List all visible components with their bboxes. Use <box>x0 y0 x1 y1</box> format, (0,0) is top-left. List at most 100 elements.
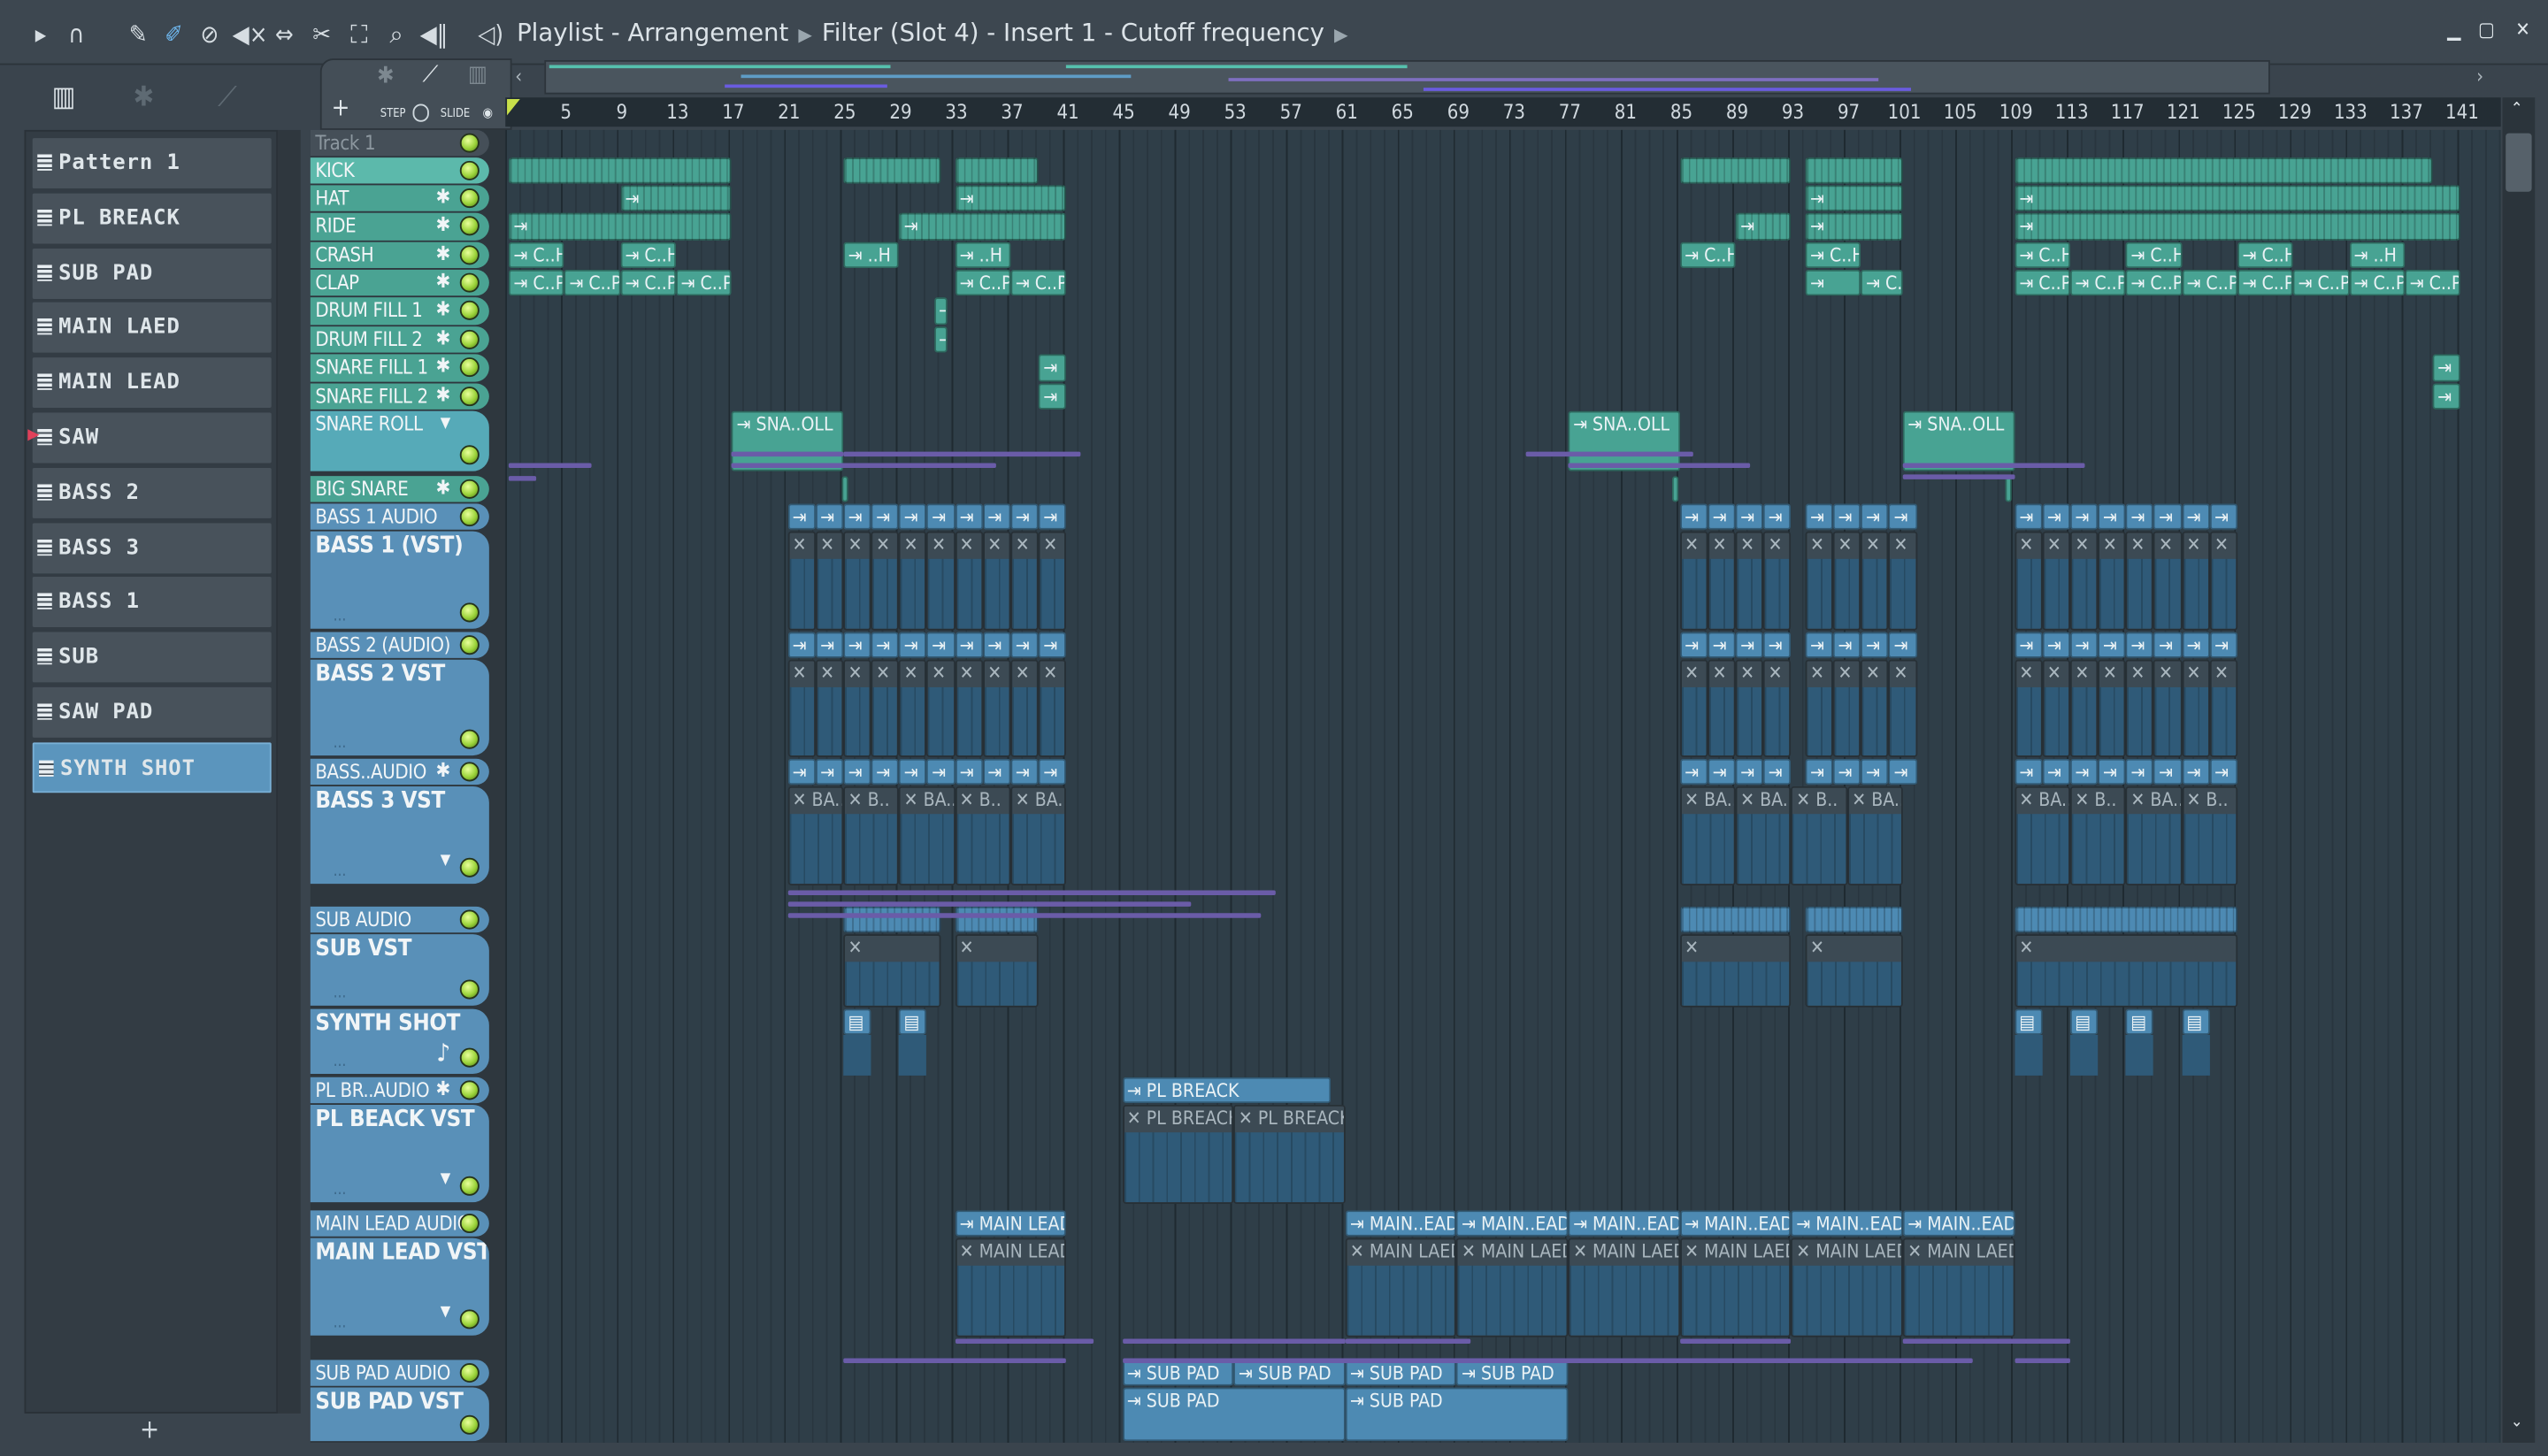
track-header[interactable]: PL BEACK VST ▼... <box>310 1104 489 1203</box>
playlist-clip[interactable]: ⇥ <box>843 503 871 530</box>
playlist-clip[interactable]: ⇥ SUB PAD <box>1345 1360 1457 1386</box>
playlist-clip[interactable] <box>2014 157 2433 184</box>
playlist-clip[interactable]: ⇥ <box>926 758 956 785</box>
playlist-clip[interactable]: ▤ <box>899 1008 927 1035</box>
playlist-clip[interactable]: ⇥ MAIN..EAD <box>1568 1210 1680 1237</box>
playlist-clip[interactable]: ⇥ SUB PAD <box>1345 1387 1569 1442</box>
scroll-left-button[interactable]: ‹ <box>515 65 522 88</box>
playlist-clip[interactable]: ⇥ ..H <box>843 241 900 269</box>
playlist-clip[interactable]: ⇥ <box>2181 632 2210 658</box>
playlist-clip[interactable]: ✕ <box>1679 934 1792 1008</box>
track-header[interactable]: BASS..AUDIO ✱ <box>310 758 489 785</box>
playlist-clip[interactable]: ✕ BA.. <box>2125 785 2182 886</box>
pattern-item[interactable]: BASS 3 <box>32 522 272 573</box>
automation-lane-clip[interactable] <box>1902 463 2084 468</box>
playlist-clip[interactable]: ⇥ <box>2098 503 2126 530</box>
playlist-clip[interactable]: ✕ <box>2098 531 2126 631</box>
ruler-bar-label[interactable]: 109 <box>1999 101 2033 124</box>
automation-lane-clip[interactable] <box>1345 1358 1973 1363</box>
paint-icon[interactable]: ✐ <box>159 19 188 49</box>
playlist-clip[interactable]: ✕ <box>955 934 1039 1008</box>
pattern-item[interactable]: MAIN LAED <box>32 303 272 354</box>
pattern-scrollbar[interactable] <box>278 129 301 1414</box>
playlist-clip[interactable]: ⇥ <box>1010 503 1039 530</box>
ruler-bar-label[interactable]: 73 <box>1503 101 1525 124</box>
automation-lane-clip[interactable] <box>1902 1338 2070 1344</box>
track-mute-led[interactable] <box>459 729 480 749</box>
pattern-item[interactable]: MAIN LEAD <box>32 357 272 409</box>
close-button[interactable]: ✕ <box>2515 18 2530 41</box>
playlist-clip[interactable]: ⇥ SUB PAD <box>1233 1360 1346 1386</box>
track-mute-led[interactable] <box>459 245 480 265</box>
select-icon[interactable]: ⛶ <box>344 19 373 49</box>
playlist-clip[interactable]: ✕ MAIN LAED <box>1791 1238 1903 1337</box>
ruler-bar-label[interactable]: 53 <box>1224 101 1247 124</box>
playlist-clip[interactable]: ⇥ SNA..OLL <box>732 410 844 471</box>
track-mute-led[interactable] <box>459 216 480 236</box>
automation-lane-clip[interactable] <box>1526 451 1694 457</box>
playlist-clip[interactable]: ✕ <box>2153 659 2182 757</box>
playlist-clip[interactable]: ⇥ <box>2014 212 2461 241</box>
timeline-ruler[interactable]: 5 9 13 17 21 25 29 33 37 41 45 49 53 57 61 65 69 73 77 81 85… <box>505 97 2501 127</box>
ruler-bar-label[interactable]: 45 <box>1112 101 1134 124</box>
playlist-clip[interactable]: ✕ <box>1679 531 1708 631</box>
playlist-clip[interactable]: ⇥ <box>1805 185 1903 211</box>
playlist-clip[interactable] <box>955 906 1039 933</box>
playlist-clip[interactable]: ⇥ <box>1735 503 1764 530</box>
playlist-clip[interactable]: ✕ <box>1861 531 1889 631</box>
delete-icon[interactable]: ⊘ <box>195 19 224 49</box>
automation-lane-clip[interactable] <box>955 1338 1094 1344</box>
playlist-clip[interactable]: ✕ B.. <box>2069 785 2126 886</box>
playlist-clip[interactable]: ✕ <box>843 934 941 1008</box>
automation-icon[interactable]: ⟋ <box>423 62 439 88</box>
playlist-clip[interactable]: ✕ BA.. <box>1846 785 1903 886</box>
ruler-bar-label[interactable]: 117 <box>2111 101 2145 124</box>
track-mute-led[interactable] <box>459 1414 480 1435</box>
playlist-clip[interactable]: ⇥ <box>1861 758 1889 785</box>
track-mute-led[interactable] <box>459 1362 480 1383</box>
ruler-bar-label[interactable]: 93 <box>1782 101 1804 124</box>
playlist-clip[interactable]: ✕ PL BREACK <box>1233 1104 1346 1204</box>
playlist-clip[interactable]: ⇥ MAIN..EAD <box>1902 1210 2015 1237</box>
playlist-clip[interactable]: ✕ MAIN LAED <box>1568 1238 1680 1337</box>
playlist-clip[interactable]: ⇥ C..P <box>955 269 1011 296</box>
scrollbar-thumb[interactable] <box>2506 133 2532 192</box>
pattern-item[interactable]: PL BREACK <box>32 193 272 244</box>
playlist-clip[interactable]: ✕ <box>2181 531 2210 631</box>
track-header[interactable]: SUB PAD VST <box>310 1387 489 1442</box>
playlist-clip[interactable]: ✕ <box>1805 531 1833 631</box>
playlist-clip[interactable]: ⇥ <box>1010 758 1039 785</box>
piano-icon[interactable]: ▥ <box>52 81 76 114</box>
track-mute-led[interactable] <box>459 1047 480 1068</box>
playlist-clip[interactable]: ⇥ SNA..OLL <box>1568 410 1680 471</box>
playlist-clip[interactable]: ✕ <box>2069 531 2099 631</box>
playlist-clip[interactable] <box>508 157 733 184</box>
track-mute-led[interactable] <box>459 479 480 499</box>
playlist-clip[interactable]: ✕ <box>2014 659 2043 757</box>
playlist-clip[interactable] <box>1679 157 1792 184</box>
playlist-clip[interactable]: ✕ <box>1861 659 1889 757</box>
playlist-vertical-scrollbar[interactable]: ⌃ ⌄ <box>2502 97 2536 1443</box>
playlist-clip[interactable] <box>2014 906 2237 933</box>
playlist-clip[interactable]: ⇥ ..H <box>2349 241 2406 269</box>
playlist-clip[interactable]: ✕ <box>2125 531 2154 631</box>
ruler-bar-label[interactable]: 65 <box>1392 101 1414 124</box>
playlist-clip[interactable]: ✕ MAIN LAED <box>1456 1238 1569 1337</box>
playlist-clip[interactable]: ⇥ <box>2125 758 2154 785</box>
playlist-clip[interactable]: ⇥ <box>2014 632 2043 658</box>
playhead-marker[interactable] <box>507 99 520 116</box>
track-header[interactable]: DRUM FILL 2 ✱ <box>310 326 489 353</box>
ruler-bar-label[interactable]: 105 <box>1944 101 1977 124</box>
minimize-button[interactable]: ▁ <box>2447 18 2460 41</box>
track-header[interactable]: CRASH ✱ <box>310 241 489 269</box>
track-mute-led[interactable] <box>459 160 480 180</box>
playlist-clip[interactable]: ✕ B.. <box>2181 785 2237 886</box>
playlist-clip[interactable]: ⇥ <box>1805 212 1903 241</box>
playlist-overview[interactable] <box>544 59 2270 95</box>
playlist-clip[interactable]: ⇥ C..P <box>2069 269 2126 296</box>
ruler-bar-label[interactable]: 13 <box>666 101 688 124</box>
playlist-clip[interactable]: ⇥ <box>926 632 956 658</box>
playlist-clip[interactable]: ⇥ <box>1832 632 1861 658</box>
playlist-clip[interactable]: ⇥ <box>1735 632 1764 658</box>
track-header[interactable]: RIDE ✱ <box>310 212 489 241</box>
